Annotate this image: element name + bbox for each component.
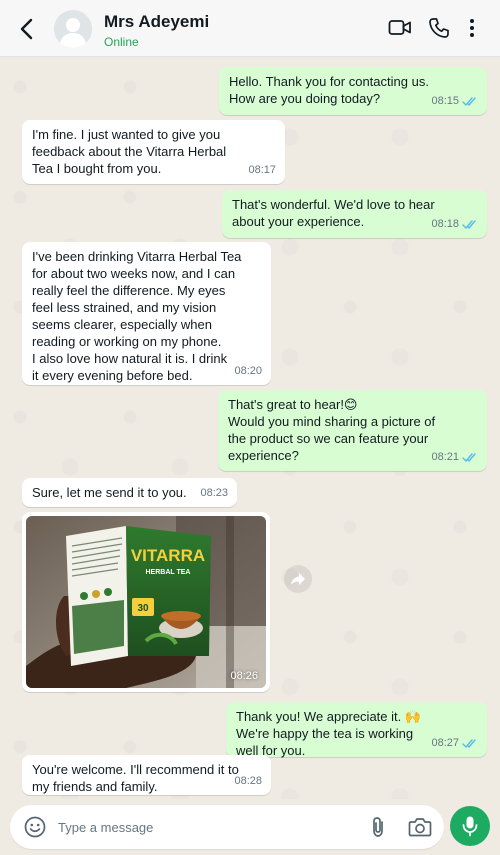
chat-area[interactable]: Hello. Thank you for contacting us. How … (0, 57, 500, 799)
forward-button[interactable] (284, 565, 312, 593)
chat-header: Mrs Adeyemi Online (0, 0, 500, 57)
message-meta: 08:27 (431, 735, 478, 752)
more-vertical-icon[interactable] (465, 17, 479, 39)
microphone-icon (462, 816, 478, 837)
message-time: 08:27 (431, 737, 459, 749)
read-receipt-icon (462, 739, 476, 748)
message-time: 08:18 (431, 218, 459, 230)
message-time: 08:20 (234, 365, 262, 377)
message-text: I'm fine. I just wanted to give you feed… (32, 127, 227, 176)
message-text: You're welcome. I'll recommend it to my … (32, 762, 239, 794)
message-meta: 08:23 (200, 485, 228, 502)
avatar[interactable] (54, 10, 92, 48)
default-avatar-icon (54, 10, 92, 48)
message-bubble-outgoing[interactable]: That's great to hear!😊 Would you mind sh… (218, 390, 487, 471)
message-time: 08:17 (248, 164, 276, 176)
message-meta: 08:21 (431, 449, 478, 466)
product-photo[interactable]: VITARRA HERBAL TEA 30 08:26 (26, 516, 266, 688)
read-receipt-icon (462, 220, 476, 229)
message-time: 08:23 (200, 487, 228, 499)
message-bubble-outgoing[interactable]: That's wonderful. We'd love to hear abou… (222, 190, 487, 238)
message-bubble-incoming[interactable]: I'm fine. I just wanted to give you feed… (22, 120, 285, 184)
message-meta: 08:20 (234, 363, 262, 380)
message-bubble-outgoing[interactable]: Thank you! We appreciate it. 🙌 We're hap… (226, 702, 487, 758)
message-bubble-incoming[interactable]: You're welcome. I'll recommend it to my … (22, 755, 271, 795)
message-bubble-outgoing[interactable]: Hello. Thank you for contacting us. How … (219, 67, 487, 115)
mic-button[interactable] (450, 806, 490, 846)
product-brand: VITARRA (131, 546, 205, 565)
emoji-icon[interactable] (24, 816, 46, 838)
message-composer (10, 805, 444, 849)
message-text: I've been drinking Vitarra Herbal Tea fo… (32, 249, 242, 383)
message-text: Sure, let me send it to you. (32, 485, 187, 500)
message-time: 08:21 (431, 451, 459, 463)
read-receipt-icon (462, 97, 476, 106)
message-time: 08:15 (431, 95, 459, 107)
product-count: 30 (137, 603, 149, 614)
message-meta: 08:28 (234, 773, 262, 790)
message-input[interactable] (58, 815, 358, 839)
message-bubble-incoming[interactable]: Sure, let me send it to you. 08:23 (22, 478, 237, 507)
message-bubble-incoming[interactable]: I've been drinking Vitarra Herbal Tea fo… (22, 242, 271, 385)
tea-box-photo: VITARRA HERBAL TEA 30 (26, 516, 266, 688)
paperclip-icon[interactable] (368, 816, 388, 838)
camera-icon[interactable] (408, 816, 432, 838)
back-arrow-icon[interactable] (14, 16, 40, 42)
message-meta: 08:18 (431, 216, 478, 233)
message-meta: 08:15 (431, 93, 478, 110)
contact-name[interactable]: Mrs Adeyemi (104, 12, 209, 32)
forward-icon (291, 573, 305, 585)
contact-status: Online (104, 35, 139, 49)
message-time: 08:26 (230, 670, 258, 682)
message-photo-incoming[interactable]: VITARRA HERBAL TEA 30 08:26 (22, 512, 270, 692)
read-receipt-icon (462, 453, 476, 462)
phone-icon[interactable] (428, 17, 450, 39)
video-call-icon[interactable] (388, 17, 412, 39)
message-meta: 08:17 (248, 162, 276, 179)
message-time: 08:28 (234, 775, 262, 787)
product-subtitle: HERBAL TEA (146, 569, 191, 576)
